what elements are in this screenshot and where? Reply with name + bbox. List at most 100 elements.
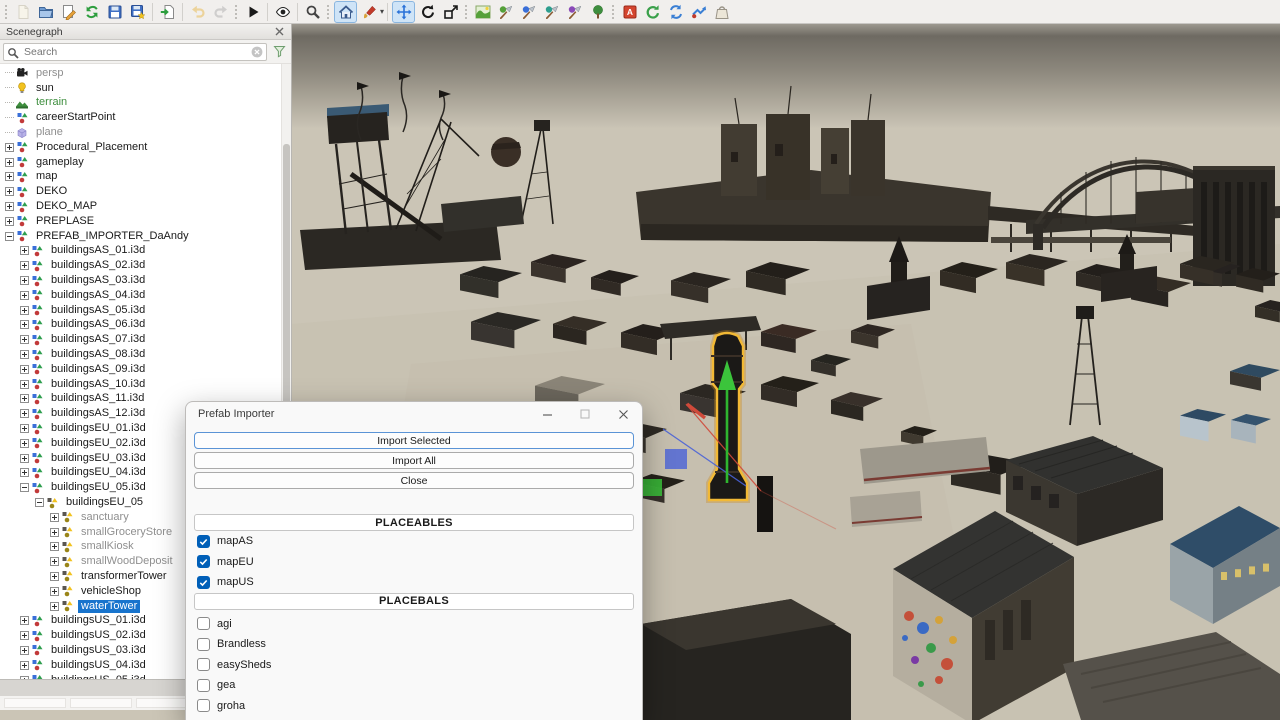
tree-item-buildingsAS_04.i3d[interactable]: buildingsAS_04.i3d [0, 288, 282, 303]
search-clear-icon[interactable] [251, 46, 263, 58]
tree-item-buildingsAS_10.i3d[interactable]: buildingsAS_10.i3d [0, 377, 282, 392]
import-selected-button[interactable]: Import Selected [194, 432, 634, 449]
expand-toggle-icon[interactable] [19, 365, 30, 374]
maximize-icon[interactable] [566, 402, 604, 426]
toolbar-grip[interactable] [233, 3, 238, 21]
expand-toggle-icon[interactable] [19, 350, 30, 359]
expand-toggle-icon[interactable] [19, 394, 30, 403]
expand-toggle-icon[interactable] [4, 217, 15, 226]
expand-toggle-icon[interactable] [19, 454, 30, 463]
expand-toggle-icon[interactable] [49, 542, 60, 551]
tree-item-buildingsAS_09.i3d[interactable]: buildingsAS_09.i3d [0, 362, 282, 377]
tree-item-DEKO_MAP[interactable]: DEKO_MAP [0, 199, 282, 214]
expand-toggle-icon[interactable] [19, 276, 30, 285]
toolbar-grip[interactable] [610, 3, 615, 21]
search-input[interactable] [4, 45, 251, 59]
checkbox-checked-icon[interactable] [197, 576, 210, 589]
checkbox-row-Brandless[interactable]: Brandless [194, 634, 634, 655]
tree-item-buildingsAS_02.i3d[interactable]: buildingsAS_02.i3d [0, 258, 282, 273]
expand-toggle-icon[interactable] [4, 158, 15, 167]
tree-item-persp[interactable]: persp [0, 66, 282, 81]
scale-button[interactable] [440, 2, 461, 22]
checkbox-row-easySheds[interactable]: easySheds [194, 655, 634, 676]
edit-document-button[interactable] [58, 2, 79, 22]
expand-toggle-icon[interactable] [19, 424, 30, 433]
checkbox-row-mapUS[interactable]: mapUS [194, 572, 634, 593]
filter-funnel-icon[interactable] [270, 44, 288, 60]
sync-arrows-button[interactable] [665, 2, 686, 22]
paint-brush-button[interactable] [359, 2, 380, 22]
rotate-button[interactable] [417, 2, 438, 22]
expand-toggle-icon[interactable] [19, 661, 30, 670]
expand-toggle-icon[interactable] [19, 483, 30, 492]
expand-toggle-icon[interactable] [19, 335, 30, 344]
tree-item-careerStartPoint[interactable]: careerStartPoint [0, 110, 282, 125]
close-button[interactable]: Close [194, 472, 634, 489]
dropdown-caret-icon[interactable]: ▾ [380, 7, 384, 16]
refresh-green-button[interactable] [642, 2, 663, 22]
tree-item-buildingsAS_05.i3d[interactable]: buildingsAS_05.i3d [0, 303, 282, 318]
toolbar-grip[interactable] [463, 3, 468, 21]
expand-toggle-icon[interactable] [49, 602, 60, 611]
minimize-icon[interactable] [528, 402, 566, 426]
panel-close-icon[interactable] [273, 26, 285, 38]
expand-toggle-icon[interactable] [4, 202, 15, 211]
open-folder-button[interactable] [35, 2, 56, 22]
expand-toggle-icon[interactable] [4, 187, 15, 196]
import-file-button[interactable] [157, 2, 178, 22]
checkbox-row-partial[interactable] [194, 716, 634, 720]
toolbar-grip[interactable] [325, 3, 330, 21]
tree-item-gameplay[interactable]: gameplay [0, 155, 282, 170]
checkbox-unchecked-icon[interactable] [197, 658, 210, 671]
expand-toggle-icon[interactable] [19, 306, 30, 315]
zoom-button[interactable] [302, 2, 323, 22]
checkbox-unchecked-icon[interactable] [197, 699, 210, 712]
terrain-raise-button[interactable] [472, 2, 493, 22]
expand-toggle-icon[interactable] [34, 498, 45, 507]
tree-item-PREPLASE[interactable]: PREPLASE [0, 214, 282, 229]
terrain-foliage-button[interactable] [541, 2, 562, 22]
tree-item-buildingsAS_03.i3d[interactable]: buildingsAS_03.i3d [0, 273, 282, 288]
expand-toggle-icon[interactable] [19, 439, 30, 448]
tree-brush-button[interactable] [587, 2, 608, 22]
checkbox-unchecked-icon[interactable] [197, 617, 210, 630]
tree-item-DEKO[interactable]: DEKO [0, 184, 282, 199]
expand-toggle-icon[interactable] [19, 261, 30, 270]
expand-toggle-icon[interactable] [4, 172, 15, 181]
toolbar-grip[interactable] [3, 3, 8, 21]
expand-toggle-icon[interactable] [49, 557, 60, 566]
save-button[interactable] [104, 2, 125, 22]
new-file-button[interactable] [12, 2, 33, 22]
terrain-smooth-button[interactable] [495, 2, 516, 22]
script-arrows-button[interactable] [688, 2, 709, 22]
tree-item-PREFAB_IMPORTER_DaAndy[interactable]: PREFAB_IMPORTER_DaAndy [0, 229, 282, 244]
expand-toggle-icon[interactable] [19, 409, 30, 418]
expand-toggle-icon[interactable] [19, 320, 30, 329]
play-button[interactable] [242, 2, 263, 22]
dialog-titlebar[interactable]: Prefab Importer [186, 402, 642, 426]
undo-button[interactable] [187, 2, 208, 22]
checkbox-row-mapEU[interactable]: mapEU [194, 552, 634, 573]
import-all-button[interactable]: Import All [194, 452, 634, 469]
expand-toggle-icon[interactable] [49, 572, 60, 581]
expand-toggle-icon[interactable] [19, 380, 30, 389]
redo-button[interactable] [210, 2, 231, 22]
expand-toggle-icon[interactable] [19, 291, 30, 300]
tree-item-sun[interactable]: sun [0, 81, 282, 96]
tree-item-map[interactable]: map [0, 170, 282, 185]
move-button[interactable] [392, 1, 415, 23]
terrain-detail-button[interactable] [564, 2, 585, 22]
checkbox-unchecked-icon[interactable] [197, 679, 210, 692]
expand-toggle-icon[interactable] [49, 587, 60, 596]
tree-item-buildingsAS_08.i3d[interactable]: buildingsAS_08.i3d [0, 347, 282, 362]
tree-item-Procedural_Placement[interactable]: Procedural_Placement [0, 140, 282, 155]
expand-toggle-icon[interactable] [19, 631, 30, 640]
tree-item-buildingsAS_06.i3d[interactable]: buildingsAS_06.i3d [0, 318, 282, 333]
expand-toggle-icon[interactable] [4, 143, 15, 152]
checkbox-row-mapAS[interactable]: mapAS [194, 531, 634, 552]
eye-button[interactable] [272, 2, 293, 22]
text-cube-button[interactable]: A [619, 2, 640, 22]
tree-item-plane[interactable]: plane [0, 125, 282, 140]
expand-toggle-icon[interactable] [19, 468, 30, 477]
expand-toggle-icon[interactable] [19, 676, 30, 679]
